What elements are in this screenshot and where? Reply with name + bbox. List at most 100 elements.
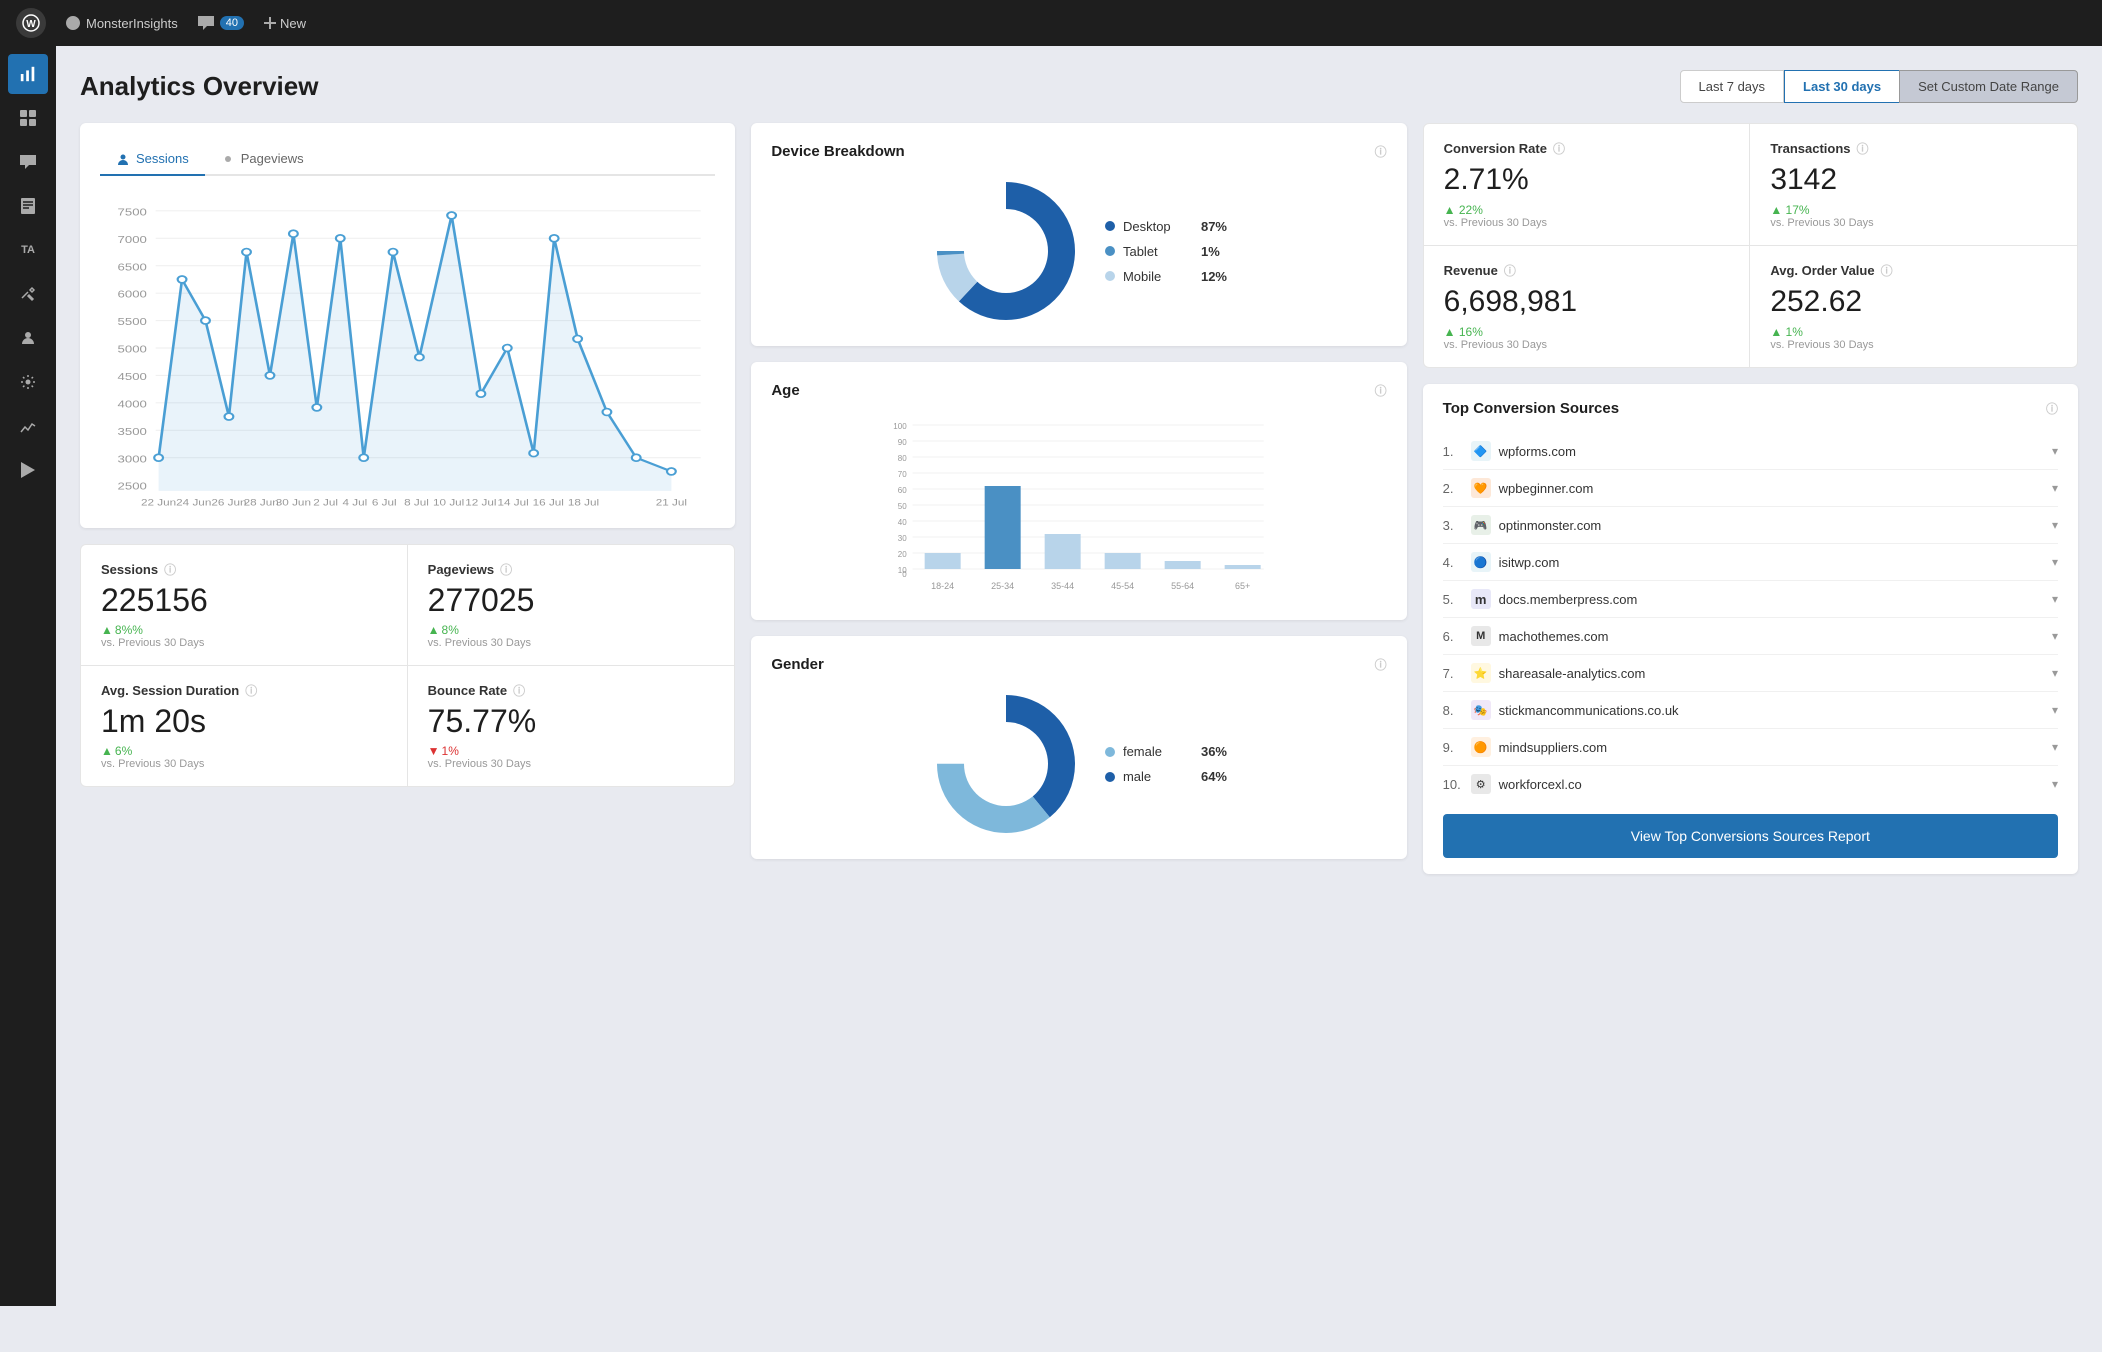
source-item-8[interactable]: 8. 🎭 stickmancommunications.co.uk ▾ — [1443, 692, 2058, 729]
metric-avg-order: Avg. Order Value ⓘ 252.62 ▲ 1% vs. Previ… — [1750, 246, 2077, 367]
svg-text:14 Jul: 14 Jul — [498, 498, 529, 508]
top-navigation: W MonsterInsights 40 New — [0, 0, 2102, 46]
age-bar-chart: 100 90 80 70 60 50 40 30 20 10 0 — [771, 415, 1386, 595]
svg-text:20: 20 — [898, 550, 907, 559]
svg-text:55-64: 55-64 — [1171, 581, 1194, 591]
source-icon-workforcexl: ⚙ — [1471, 774, 1491, 794]
sources-list: 1. 🔷 wpforms.com ▾ 2. 🧡 wpbeginner.com ▾… — [1443, 433, 2058, 802]
svg-text:60: 60 — [898, 486, 907, 495]
age-info-icon[interactable]: ⓘ — [1375, 382, 1387, 399]
svg-text:W: W — [26, 19, 36, 30]
svg-text:30 Jun: 30 Jun — [276, 498, 311, 508]
sidebar-item-comments[interactable] — [8, 142, 48, 182]
svg-text:2500: 2500 — [118, 480, 148, 492]
avg-order-info-icon[interactable]: ⓘ — [1881, 262, 1893, 279]
sidebar-item-pages[interactable] — [8, 186, 48, 226]
svg-text:18-24: 18-24 — [931, 581, 954, 591]
svg-text:28 Jun: 28 Jun — [244, 498, 279, 508]
source-item-7[interactable]: 7. ⭐ shareasale-analytics.com ▾ — [1443, 655, 2058, 692]
svg-text:30: 30 — [898, 534, 907, 543]
age-chart-card: Age ⓘ 100 90 80 70 60 50 40 30 20 10 0 — [751, 362, 1406, 620]
source-item-9[interactable]: 9. 🟠 mindsuppliers.com ▾ — [1443, 729, 2058, 766]
device-info-icon[interactable]: ⓘ — [1375, 143, 1387, 160]
svg-text:6 Jul: 6 Jul — [372, 498, 397, 508]
site-name[interactable]: MonsterInsights — [66, 16, 178, 31]
svg-text:12 Jul: 12 Jul — [465, 498, 496, 508]
transactions-info-icon[interactable]: ⓘ — [1857, 140, 1869, 157]
source-icon-wpbeginner: 🧡 — [1471, 478, 1491, 498]
tab-sessions[interactable]: Sessions — [100, 143, 205, 176]
conversion-rate-info-icon[interactable]: ⓘ — [1553, 140, 1565, 157]
source-item-10[interactable]: 10. ⚙ workforcexl.co ▾ — [1443, 766, 2058, 802]
comments-button[interactable]: 40 — [198, 16, 244, 30]
source-icon-shareasale: ⭐ — [1471, 663, 1491, 683]
source-icon-isitwp: 🔵 — [1471, 552, 1491, 572]
custom-date-range-button[interactable]: Set Custom Date Range — [1899, 70, 2078, 103]
source-item-2[interactable]: 2. 🧡 wpbeginner.com ▾ — [1443, 470, 2058, 507]
pageviews-info-icon[interactable]: ⓘ — [500, 561, 512, 578]
page-title: Analytics Overview — [80, 71, 318, 102]
revenue-info-icon[interactable]: ⓘ — [1504, 262, 1516, 279]
pageviews-value: 277025 — [428, 582, 715, 619]
tab-pageviews[interactable]: Pageviews — [205, 143, 320, 176]
chevron-down-icon-9: ▾ — [2052, 740, 2058, 754]
device-breakdown-title: Device Breakdown ⓘ — [771, 143, 1386, 160]
sessions-change: ▲ 8%% — [101, 623, 387, 637]
chevron-down-icon-10: ▾ — [2052, 777, 2058, 791]
date-range-controls: Last 7 days Last 30 days Set Custom Date… — [1680, 70, 2078, 103]
source-item-6[interactable]: 6. M machothemes.com ▾ — [1443, 618, 2058, 655]
avg-session-info-icon[interactable]: ⓘ — [245, 682, 257, 699]
stat-pageviews: Pageviews ⓘ 277025 ▲ 8% vs. Previous 30 … — [408, 545, 735, 666]
sidebar-item-users[interactable] — [8, 318, 48, 358]
gender-donut-svg — [931, 689, 1081, 839]
tablet-dot — [1105, 246, 1115, 256]
source-item-4[interactable]: 4. 🔵 isitwp.com ▾ — [1443, 544, 2058, 581]
last-7-days-button[interactable]: Last 7 days — [1680, 70, 1785, 103]
gender-info-icon[interactable]: ⓘ — [1375, 656, 1387, 673]
sidebar-item-settings[interactable] — [8, 362, 48, 402]
stat-bounce-rate: Bounce Rate ⓘ 75.77% ▼ 1% vs. Previous 3… — [408, 666, 735, 786]
sessions-info-icon[interactable]: ⓘ — [164, 561, 176, 578]
svg-text:26 Jun: 26 Jun — [211, 498, 246, 508]
gender-chart-card: Gender ⓘ female 36 — [751, 636, 1406, 859]
sidebar-item-analytics[interactable] — [8, 406, 48, 446]
source-item-1[interactable]: 1. 🔷 wpforms.com ▾ — [1443, 433, 2058, 470]
transactions-sub: vs. Previous 30 Days — [1770, 217, 2057, 229]
avg-session-sub: vs. Previous 30 Days — [101, 758, 387, 770]
svg-text:24 Jun: 24 Jun — [176, 498, 211, 508]
avg-session-change: ▲ 6% — [101, 744, 387, 758]
sidebar-item-monsterinsights[interactable] — [8, 54, 48, 94]
source-item-3[interactable]: 3. 🎮 optinmonster.com ▾ — [1443, 507, 2058, 544]
gender-legend: female 36% male 64% — [1105, 744, 1227, 784]
svg-text:2 Jul: 2 Jul — [313, 498, 338, 508]
avg-order-value: 252.62 — [1770, 285, 2057, 319]
sidebar-item-ta[interactable]: TA — [8, 230, 48, 270]
source-icon-wpforms: 🔷 — [1471, 441, 1491, 461]
source-icon-mindsuppliers: 🟠 — [1471, 737, 1491, 757]
sidebar-item-play[interactable] — [8, 450, 48, 490]
metrics-grid: Conversion Rate ⓘ 2.71% ▲ 22% vs. Previo… — [1423, 123, 2078, 368]
sidebar-item-dashboard[interactable] — [8, 98, 48, 138]
top-sources-info-icon[interactable]: ⓘ — [2046, 400, 2058, 417]
source-icon-macho: M — [1471, 626, 1491, 646]
source-item-5[interactable]: 5. m docs.memberpress.com ▾ — [1443, 581, 2058, 618]
view-top-conversions-button[interactable]: View Top Conversions Sources Report — [1443, 814, 2058, 858]
wp-logo[interactable]: W — [16, 8, 46, 38]
source-icon-memberpress: m — [1471, 589, 1491, 609]
source-icon-stickman: 🎭 — [1471, 700, 1491, 720]
chevron-down-icon-5: ▾ — [2052, 592, 2058, 606]
svg-text:40: 40 — [898, 518, 907, 527]
sidebar-item-tools[interactable] — [8, 274, 48, 314]
svg-text:100: 100 — [894, 422, 908, 431]
last-30-days-button[interactable]: Last 30 days — [1784, 70, 1900, 103]
new-button[interactable]: New — [264, 16, 306, 31]
svg-text:21 Jul: 21 Jul — [656, 498, 687, 508]
svg-text:6500: 6500 — [118, 261, 148, 273]
svg-text:4000: 4000 — [118, 398, 148, 410]
bounce-rate-info-icon[interactable]: ⓘ — [513, 682, 525, 699]
legend-female: female 36% — [1105, 744, 1227, 759]
svg-text:25-34: 25-34 — [991, 581, 1014, 591]
age-chart-title: Age ⓘ — [771, 382, 1386, 399]
svg-text:3500: 3500 — [118, 425, 148, 437]
pageviews-sub: vs. Previous 30 Days — [428, 637, 715, 649]
